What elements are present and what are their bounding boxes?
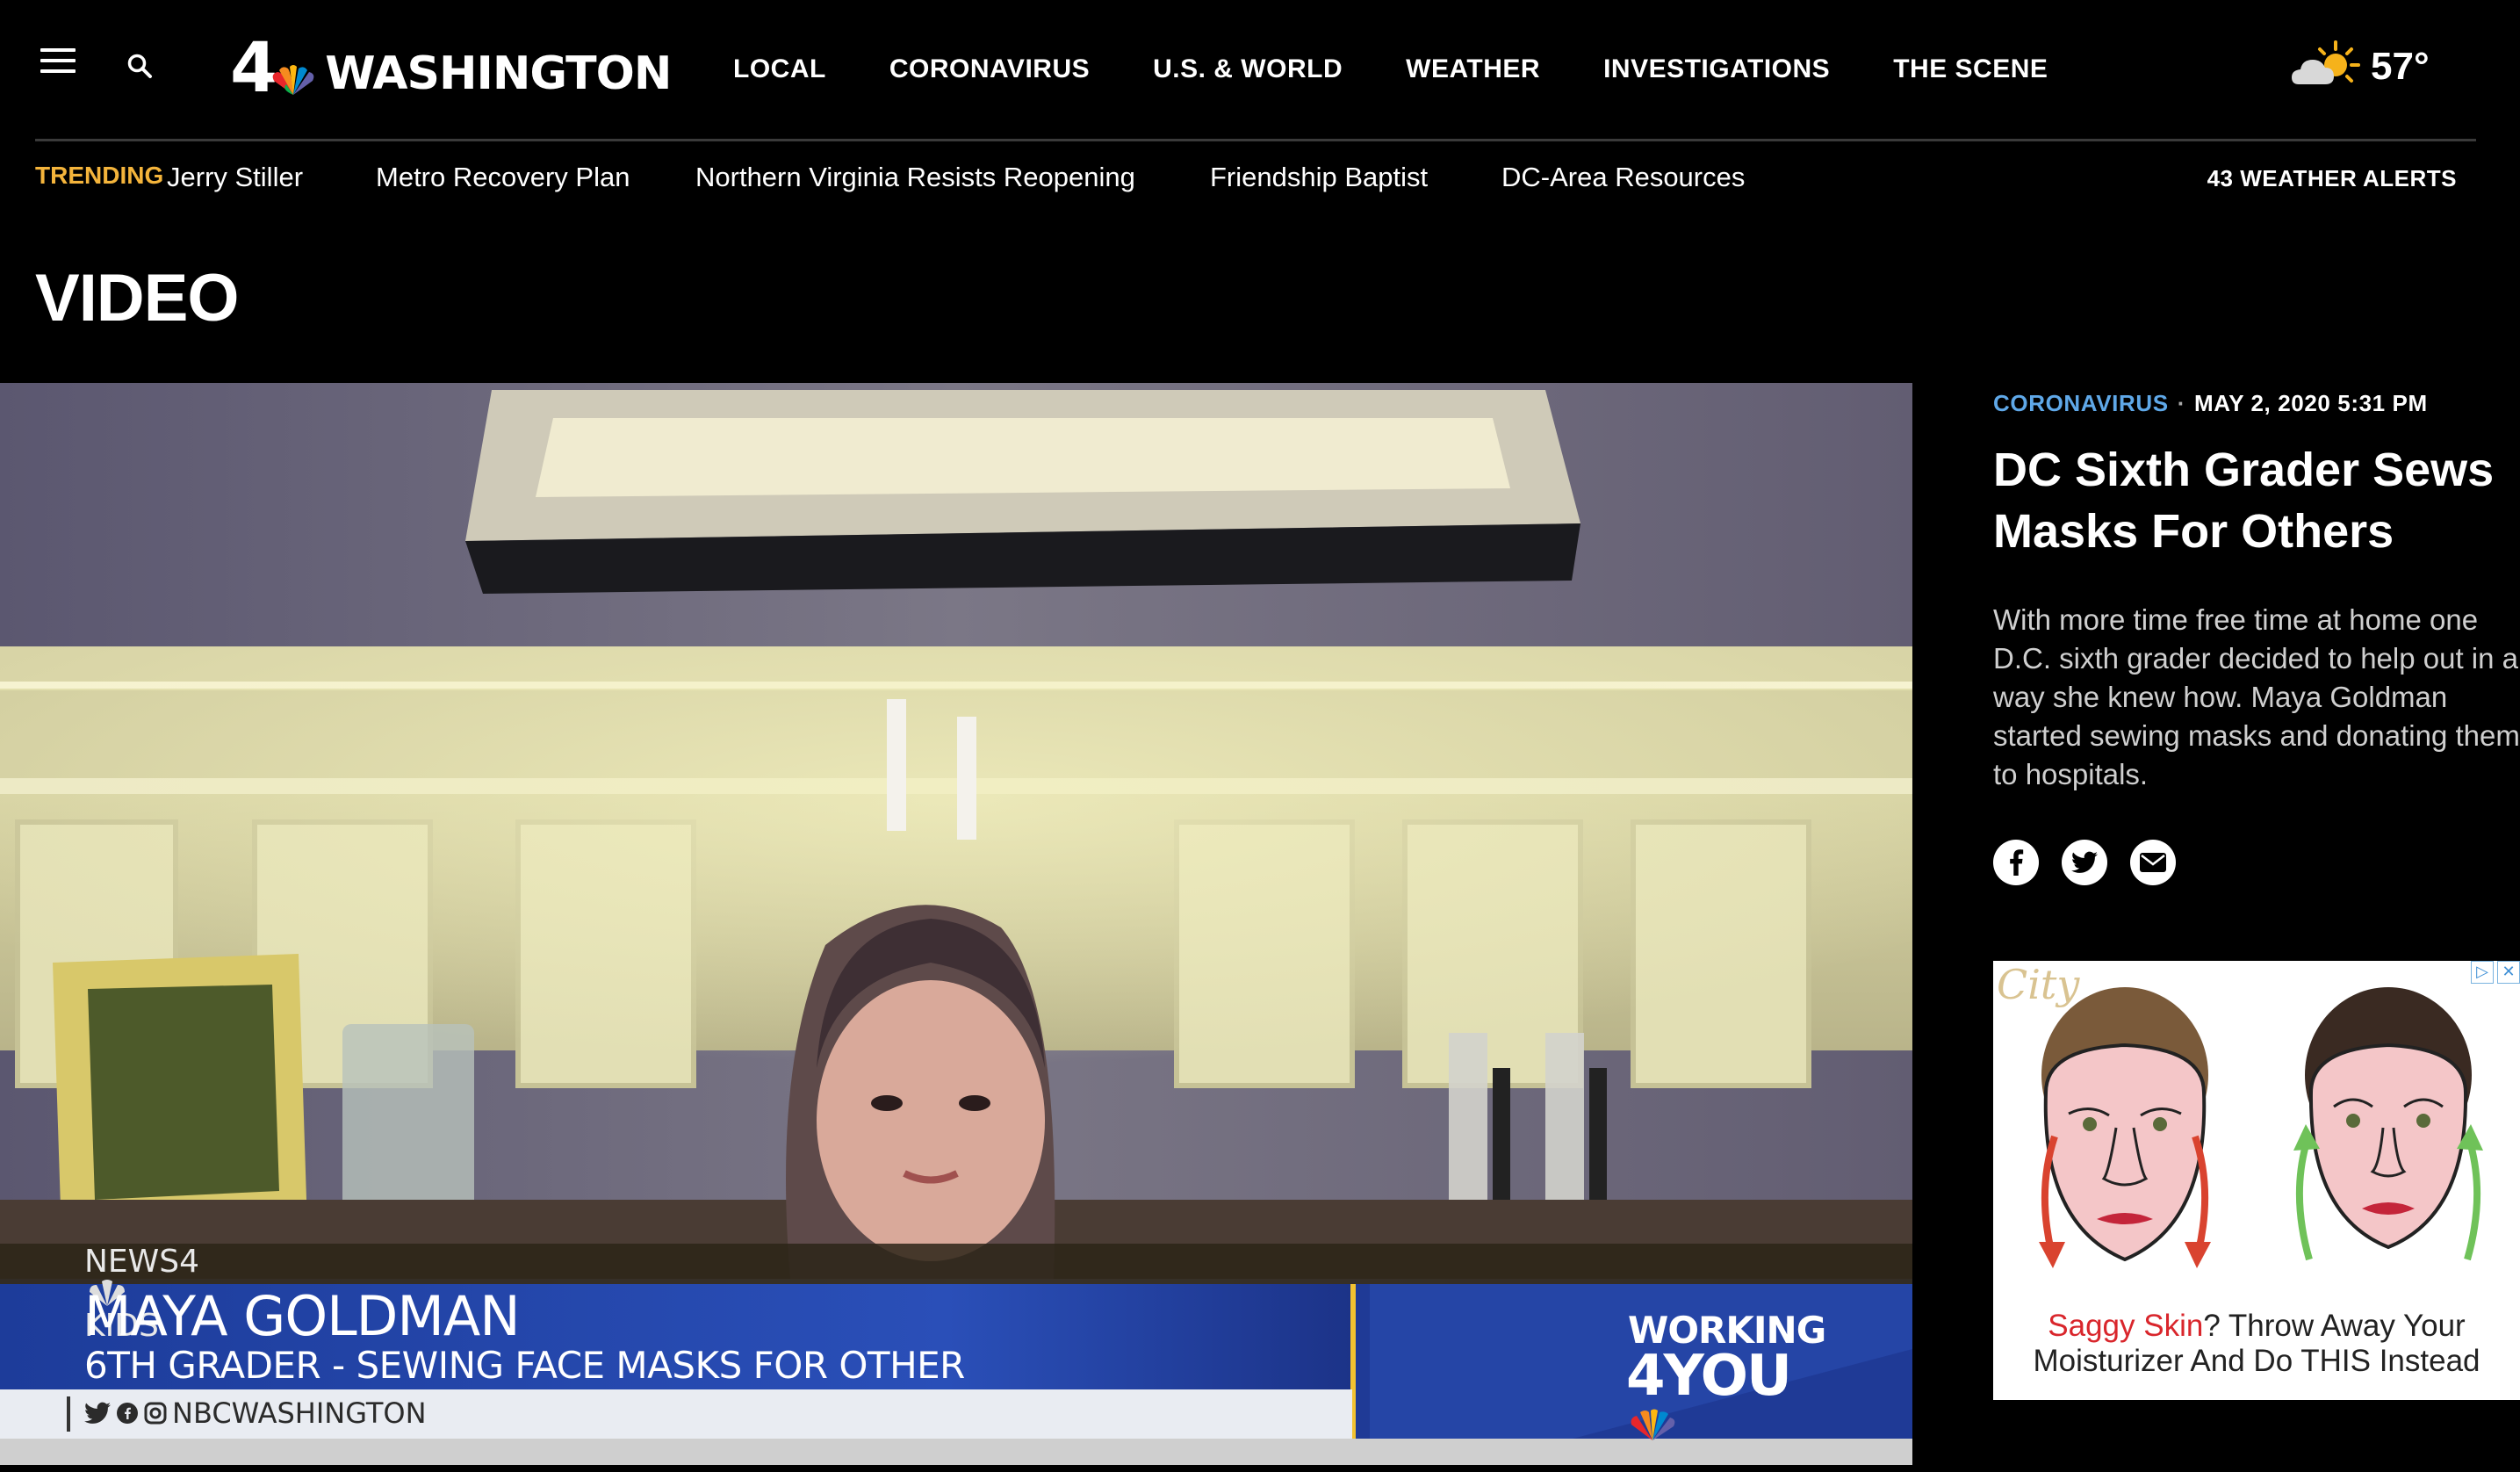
- lower-third-subtitle: 6TH GRADER - SEWING FACE MASKS FOR OTHER: [84, 1344, 965, 1387]
- facebook-icon: [2010, 849, 2024, 876]
- lower-third-social: NBCWASHINGTON: [84, 1396, 427, 1430]
- email-icon: [2140, 853, 2166, 872]
- page-title: VIDEO: [35, 261, 239, 336]
- working-4-you-line2: 4YOU: [1626, 1344, 1792, 1442]
- ad-face-illustration: [2039, 987, 2483, 1268]
- ad-headline[interactable]: Saggy Skin? Throw Away Your Moisturizer …: [1993, 1309, 2520, 1379]
- site-logo[interactable]: 4 WASHINGTON: [230, 33, 672, 104]
- share-buttons: [1993, 840, 2176, 885]
- article-meta: CORONAVIRUS · MAY 2, 2020 5:31 PM: [1993, 390, 2428, 417]
- trending-item-northern-virginia[interactable]: Northern Virginia Resists Reopening: [695, 162, 1135, 193]
- trending-bar: TRENDING Jerry Stiller Metro Recovery Pl…: [35, 162, 2485, 197]
- working-4-you-text: 4YOU: [1626, 1344, 1792, 1409]
- search-icon[interactable]: [126, 53, 153, 79]
- lower-third-name: MAYA GOLDMAN: [84, 1284, 521, 1348]
- meta-separator: ·: [2177, 390, 2185, 416]
- trending-item-dc-resources[interactable]: DC-Area Resources: [1501, 162, 1745, 193]
- advertisement[interactable]: City ▷ ✕ Saggy Skin? Throw Away Your Moi…: [1993, 961, 2520, 1400]
- nav-us-world[interactable]: U.S. & WORLD: [1153, 54, 1343, 84]
- main-nav: LOCAL CORONAVIRUS U.S. & WORLD WEATHER I…: [733, 54, 2111, 84]
- twitter-small-icon: [84, 1402, 111, 1424]
- trending-item-metro-recovery[interactable]: Metro Recovery Plan: [376, 162, 630, 193]
- peacock-brand-icon: [1631, 1409, 1675, 1440]
- peacock-logo-icon: [272, 65, 314, 95]
- weather-alerts-link[interactable]: 43 WEATHER ALERTS: [2207, 165, 2457, 192]
- twitter-icon: [2071, 851, 2098, 873]
- twitter-share-button[interactable]: [2062, 840, 2107, 885]
- trending-item-friendship-baptist[interactable]: Friendship Baptist: [1210, 162, 1428, 193]
- nav-the-scene[interactable]: THE SCENE: [1893, 54, 2048, 84]
- nav-coronavirus[interactable]: CORONAVIRUS: [889, 54, 1090, 84]
- ad-headline-highlight: Saggy Skin: [2048, 1309, 2204, 1343]
- nav-weather[interactable]: WEATHER: [1406, 54, 1540, 84]
- nav-local[interactable]: LOCAL: [733, 54, 826, 84]
- weather-widget[interactable]: 57°: [2290, 39, 2430, 95]
- facebook-share-button[interactable]: [1993, 840, 2039, 885]
- nav-investigations[interactable]: INVESTIGATIONS: [1603, 54, 1830, 84]
- video-player[interactable]: NEWS4 KIDS MAYA GOLDMAN 6TH GRADER - SEW…: [0, 383, 1912, 1465]
- weather-temperature: 57°: [2371, 45, 2430, 88]
- trending-item-jerry-stiller[interactable]: Jerry Stiller: [167, 162, 303, 193]
- trending-label: TRENDING: [35, 162, 164, 189]
- article-summary: With more time free time at home one D.C…: [1993, 603, 2520, 790]
- article-headline: DC Sixth Grader Sews Masks For Others: [1993, 444, 2495, 558]
- facebook-small-icon: [117, 1403, 138, 1424]
- site-header: 4 WASHINGTON LOCAL CORONAVIRUS U.S. & WO…: [0, 0, 2520, 141]
- instagram-small-icon: [144, 1402, 167, 1425]
- email-share-button[interactable]: [2130, 840, 2176, 885]
- article-category-link[interactable]: CORONAVIRUS: [1993, 390, 2169, 416]
- header-divider: [35, 139, 2476, 141]
- news4-tag-text: NEWS4: [84, 1244, 200, 1280]
- social-handle: NBCWASHINGTON: [172, 1396, 427, 1430]
- article-date: MAY 2, 2020 5:31 PM: [2193, 390, 2428, 416]
- partly-cloudy-icon: [2292, 40, 2360, 84]
- hamburger-menu-icon[interactable]: [40, 48, 76, 73]
- logo-text: WASHINGTON: [325, 47, 672, 100]
